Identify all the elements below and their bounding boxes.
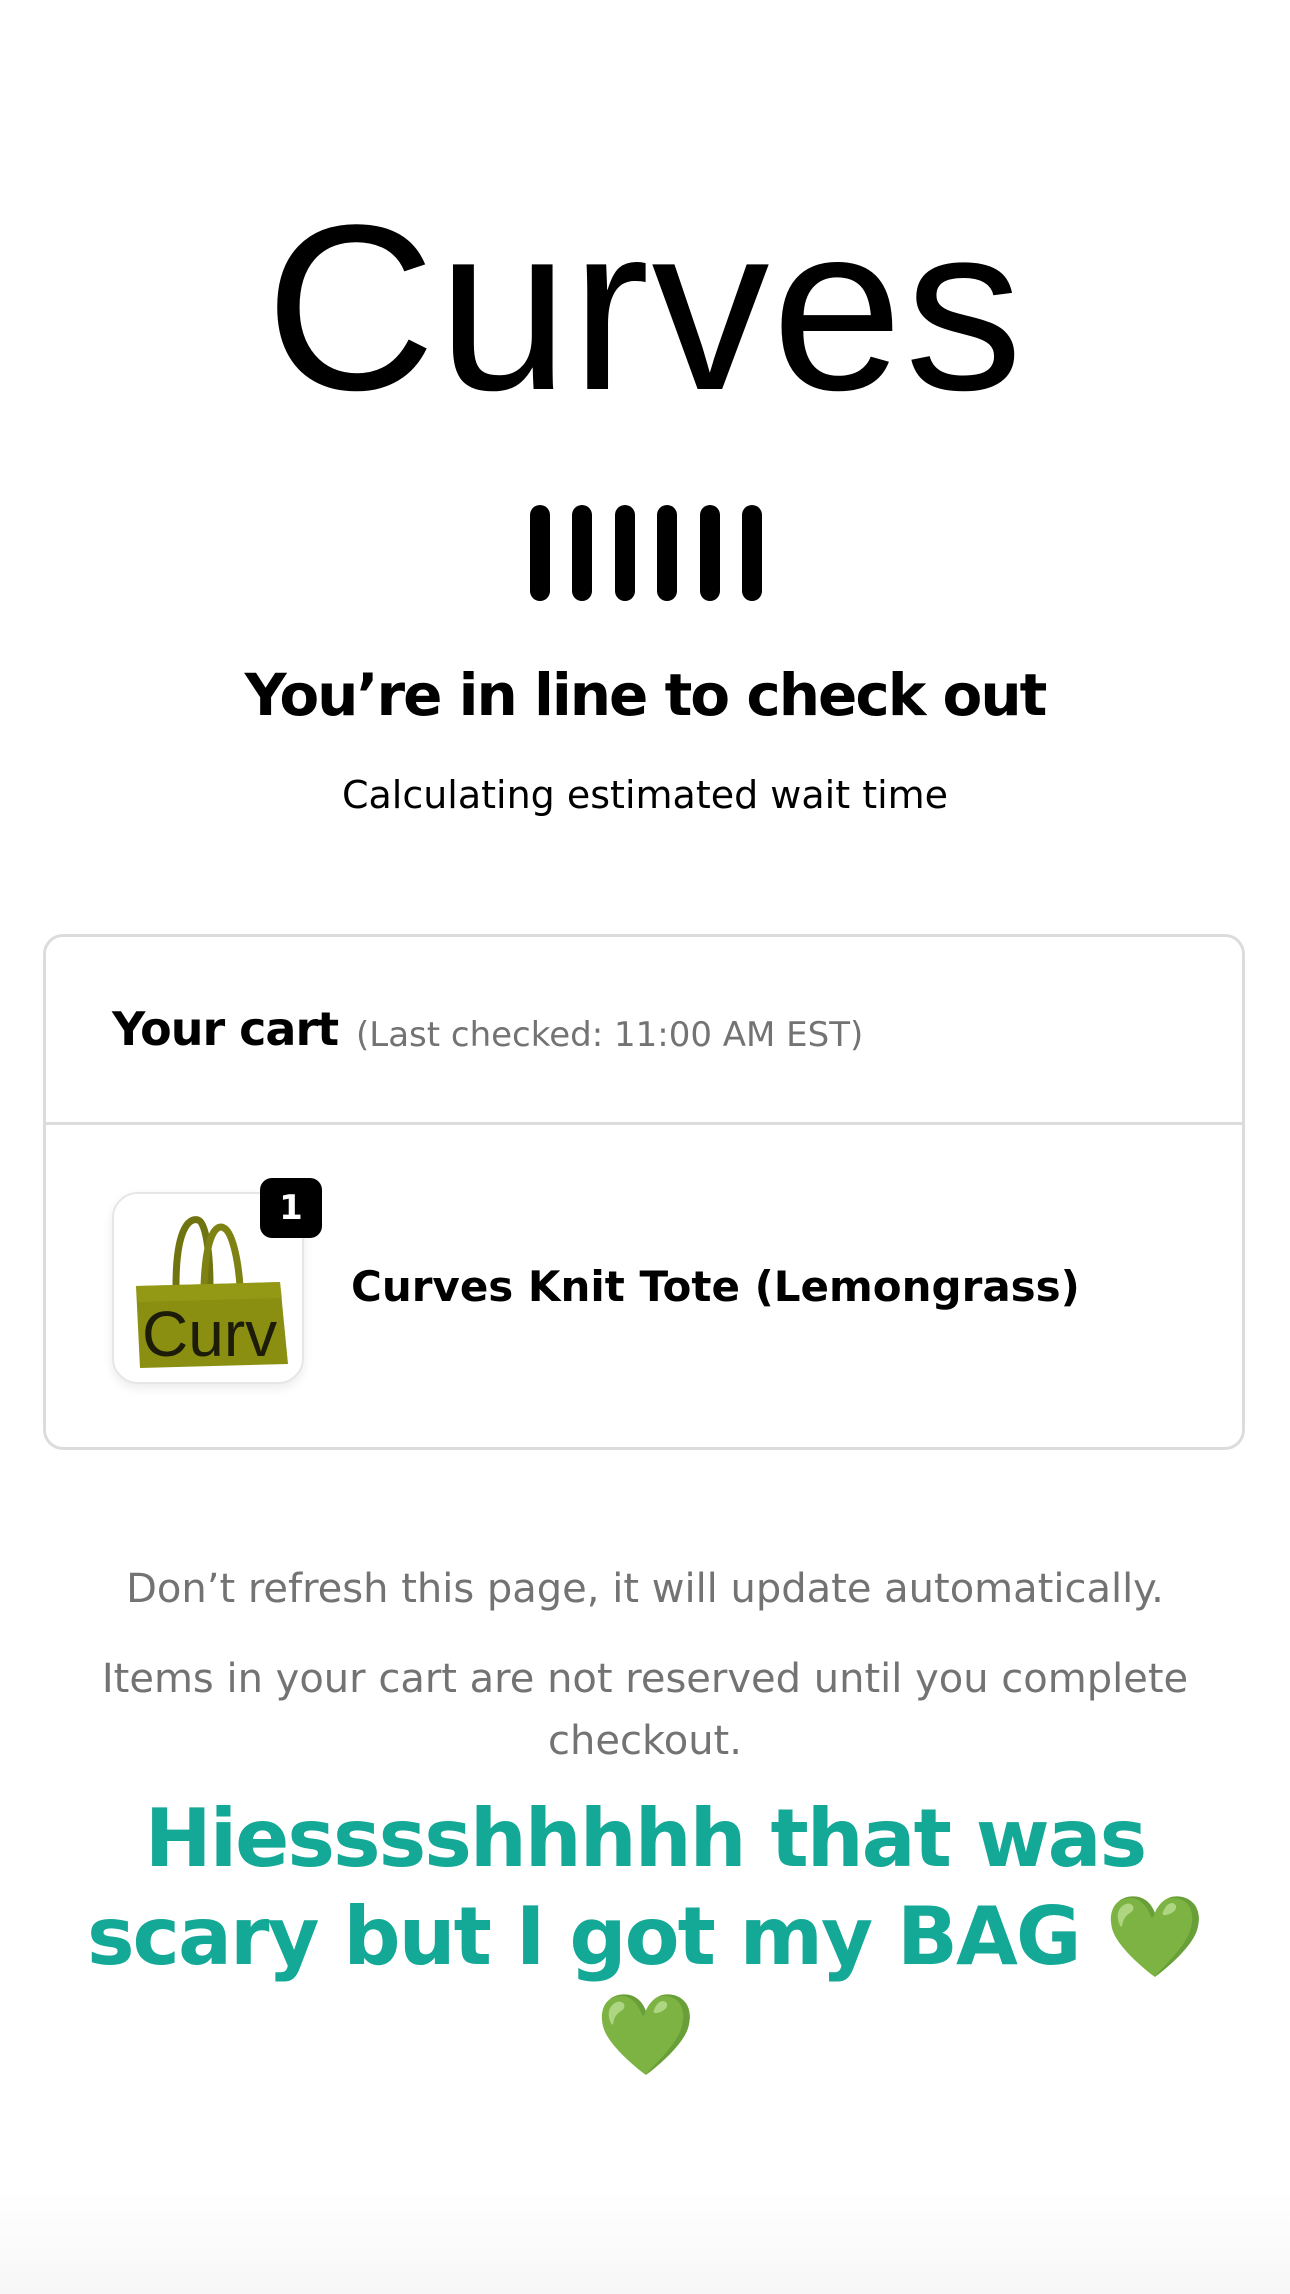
cart-header: Your cart (Last checked: 11:00 AM EST) (46, 937, 1242, 1125)
loading-bar (614, 505, 635, 601)
loading-bar (530, 505, 550, 601)
cart-last-checked: (Last checked: 11:00 AM EST) (356, 1015, 864, 1055)
loading-bar (572, 505, 593, 601)
reservation-notice: Items in your cart are not reserved unti… (101, 1656, 1189, 1764)
queue-loading-indicator (530, 505, 762, 601)
wait-time-status: Calculating estimated wait time (341, 773, 949, 817)
cart-item-name: Curves Knit Tote (Lemongrass) (351, 1262, 1080, 1311)
brand-logo: Curves (265, 176, 1025, 440)
refresh-notice: Don’t refresh this page, it will update … (126, 1566, 1164, 1612)
loading-bar (699, 505, 720, 601)
bottom-fade (0, 2190, 1290, 2294)
thumbnail-text: Curv (142, 1298, 277, 1370)
cart-panel: Your cart (Last checked: 11:00 AM EST) C… (43, 934, 1245, 1450)
queue-headline: You’re in line to check out (244, 661, 1048, 729)
loading-bar (741, 505, 762, 601)
cart-title: Your cart (112, 1002, 339, 1056)
loading-bar (657, 505, 678, 601)
story-caption: Hiesssshhhhh that was scary but I got my… (86, 1792, 1205, 2081)
quantity-badge: 1 (260, 1178, 322, 1238)
